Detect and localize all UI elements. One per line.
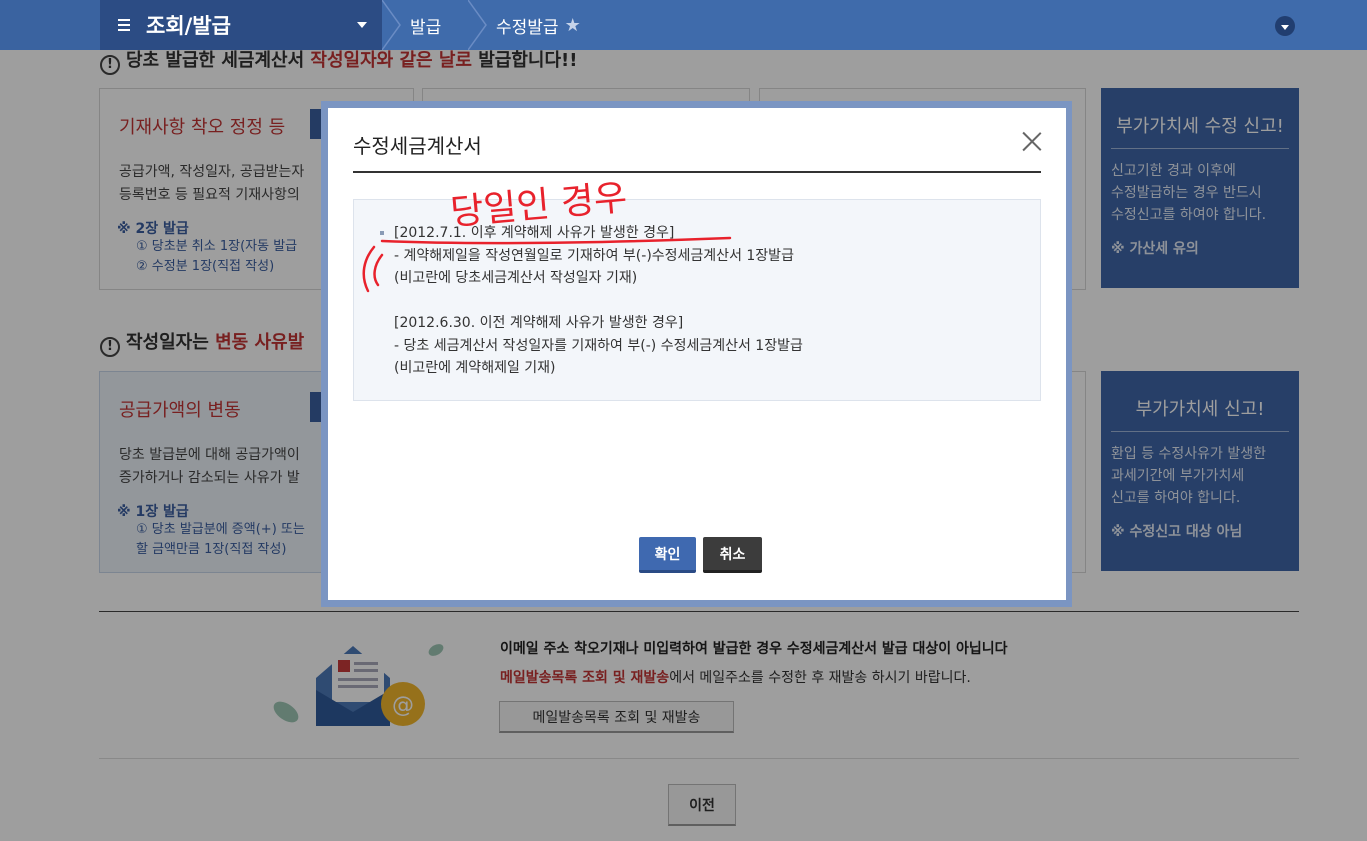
handwritten-marks — [362, 236, 732, 293]
divider — [353, 171, 1041, 173]
info-line: (비고란에 계약해제일 기재) — [394, 360, 556, 376]
close-icon[interactable] — [1021, 131, 1043, 153]
breadcrumb-modified-issue-label: 수정발급 — [496, 17, 559, 38]
hamburger-icon — [118, 19, 130, 31]
breadcrumb-separator-icon — [382, 0, 401, 50]
confirm-button[interactable]: 확인 — [639, 537, 696, 573]
breadcrumb-separator-icon — [468, 0, 487, 50]
dialog-title: 수정세금계산서 — [353, 134, 482, 158]
info-line: [2012.6.30. 이전 계약해제 사유가 발생한 경우] — [394, 315, 684, 331]
breadcrumb-issue-label: 발급 — [410, 17, 442, 38]
breadcrumb-issue[interactable]: 발급 — [410, 0, 441, 50]
main-menu-dropdown[interactable]: 조회/발급 — [100, 0, 382, 50]
top-navigation-bar: 조회/발급 발급 수정발급 ★ — [0, 0, 1367, 50]
caret-down-icon — [357, 22, 367, 28]
nav-left-strip — [0, 0, 100, 50]
star-icon[interactable]: ★ — [565, 15, 581, 36]
info-line: - 당초 세금계산서 작성일자를 기재하여 부(-) 수정세금계산서 1장발급 — [394, 338, 803, 354]
breadcrumb-modified-issue[interactable]: 수정발급 ★ — [496, 0, 581, 50]
modified-invoice-dialog: 수정세금계산서 [2012.7.1. 이후 계약해제 사유가 발생한 경우] -… — [328, 108, 1066, 600]
menu-title: 조회/발급 — [146, 14, 231, 38]
cancel-button[interactable]: 취소 — [703, 537, 762, 573]
expand-down-icon[interactable] — [1275, 16, 1295, 36]
